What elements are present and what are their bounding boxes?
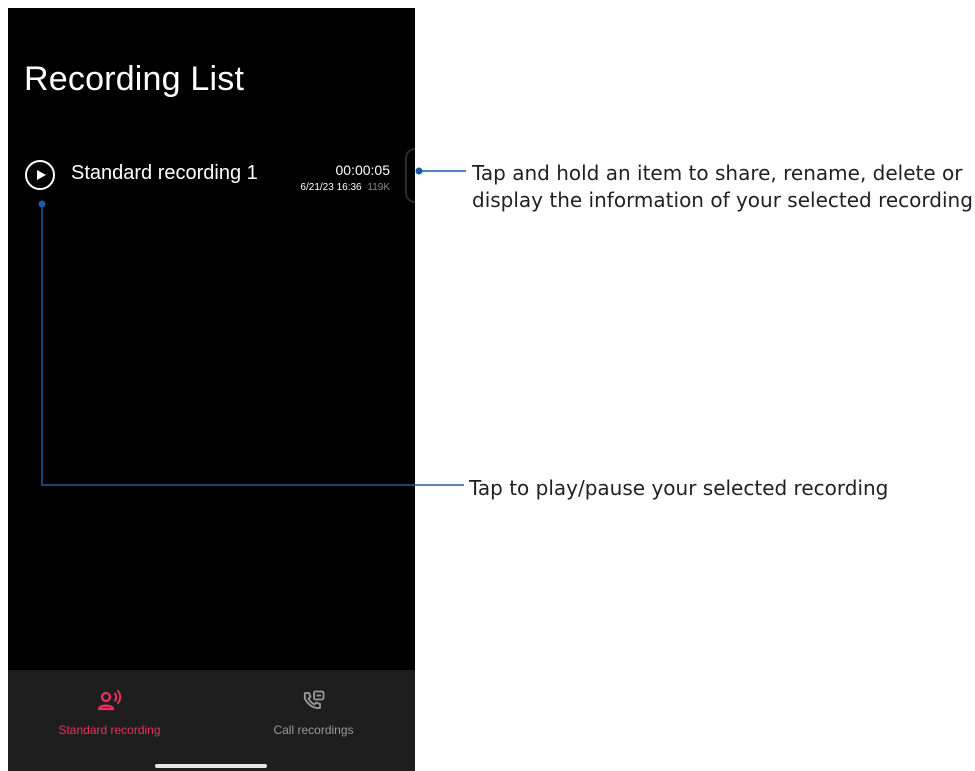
callout-item-hold-line1: Tap and hold an item to share, rename, d… xyxy=(472,161,963,185)
recording-name: Standard recording 1 xyxy=(71,162,258,184)
recording-meta: 6/21/23 16:36 119K xyxy=(300,182,390,193)
nav-standard-recording[interactable]: Standard recording xyxy=(8,670,211,771)
nav-label: Call recordings xyxy=(273,723,354,737)
recording-list-item[interactable]: Standard recording 1 00:00:05 6/21/23 16… xyxy=(8,148,415,204)
phone-screen: Recording List Standard recording 1 00:0… xyxy=(8,8,415,771)
nav-call-recordings[interactable]: Call recordings xyxy=(212,670,415,771)
callout-line-item-hold xyxy=(415,167,466,175)
callout-item-hold: Tap and hold an item to share, rename, d… xyxy=(472,160,973,214)
recording-date: 6/21/23 16:36 xyxy=(300,182,362,193)
home-indicator[interactable] xyxy=(155,764,267,768)
call-recording-icon xyxy=(303,690,324,709)
callout-play: Tap to play/pause your selected recordin… xyxy=(469,476,889,500)
bottom-navigation: Standard recording Call recordings xyxy=(8,670,415,771)
recording-duration: 00:00:05 xyxy=(335,162,391,178)
recording-size: 119K xyxy=(367,182,390,193)
play-icon xyxy=(37,169,46,180)
nav-label: Standard recording xyxy=(58,723,161,737)
page-title: Recording List xyxy=(24,60,245,98)
callout-item-hold-line2: display the information of your selected… xyxy=(472,188,973,212)
voice-person-icon xyxy=(97,690,121,711)
play-button[interactable] xyxy=(25,160,55,190)
side-scroll-handle[interactable] xyxy=(405,148,415,203)
